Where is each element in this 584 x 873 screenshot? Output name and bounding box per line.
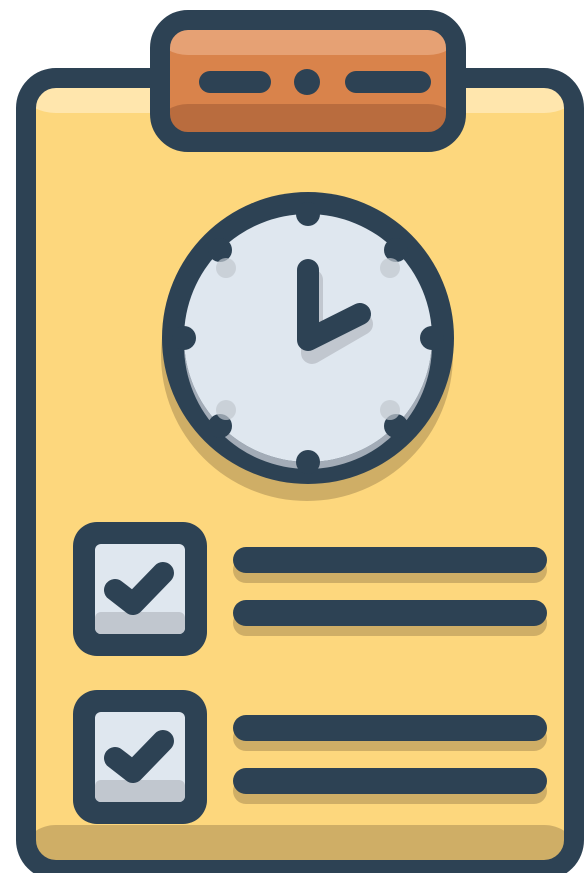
checkbox-checked bbox=[73, 522, 207, 656]
clipboard-illustration bbox=[16, 10, 584, 873]
checkbox-checked bbox=[73, 690, 207, 824]
clipboard-clip bbox=[150, 10, 466, 152]
clipboard-schedule-checklist-icon bbox=[0, 0, 584, 873]
clock-icon bbox=[162, 192, 454, 484]
